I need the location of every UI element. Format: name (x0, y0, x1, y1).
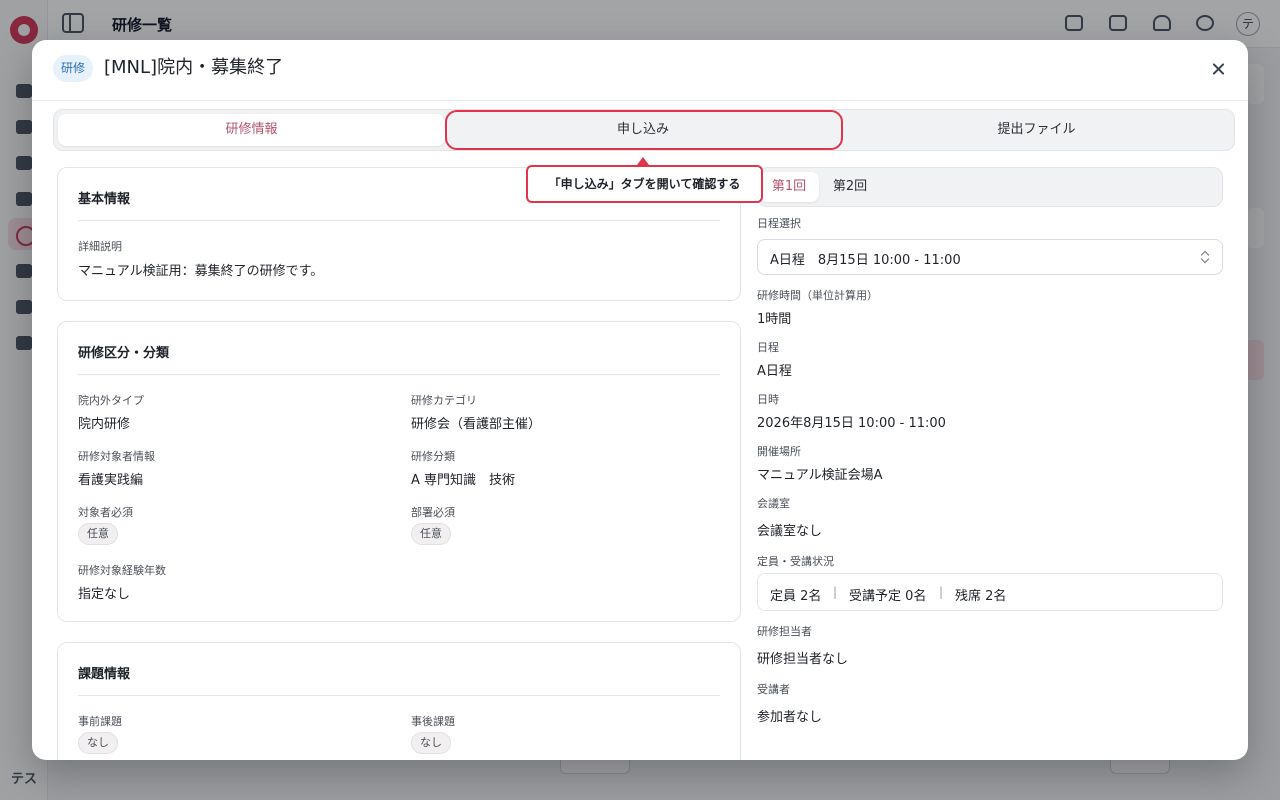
assignment-card: 課題情報 事前課題 なし 事後課題 なし (57, 642, 741, 760)
card-title: 基本情報 (78, 192, 131, 207)
room-label: 会議室 (757, 497, 790, 510)
attendees-label: 受講者 (757, 683, 790, 696)
target-info-label: 研修対象者情報 (78, 450, 155, 463)
target-required-label: 対象者必須 (78, 506, 133, 519)
pre-assignment-label: 事前課題 (78, 715, 122, 728)
training-badge: 研修 (53, 55, 94, 82)
guide-tooltip: 「申し込み」タブを開いて確認する (526, 165, 763, 203)
target-required-chip: 任意 (78, 523, 118, 545)
attendees-value: 参加者なし (757, 710, 823, 725)
classification-card: 研修区分・分類 院内外タイプ 院内研修 研修カテゴリ 研修会（看護部主催） 研修… (57, 321, 741, 622)
tab-submitted-files[interactable]: 提出ファイル (841, 114, 1232, 146)
hours-label: 研修時間（単位計算用） (757, 289, 878, 302)
post-assignment-label: 事後課題 (411, 715, 455, 728)
datetime-value: 2026年8月15日 10:00 - 11:00 (757, 416, 946, 431)
inout-type-label: 院内外タイプ (78, 394, 144, 407)
category-value: 研修会（看護部主催） (411, 417, 542, 432)
venue-value: マニュアル検証会場A (757, 468, 883, 483)
schedule-value: A日程 (757, 364, 792, 379)
divider (78, 374, 720, 375)
instructor-label: 研修担当者 (757, 625, 812, 638)
tooltip-arrow (637, 157, 649, 165)
tab-application[interactable]: 申し込み (448, 114, 838, 146)
experience-value: 指定なし (78, 587, 131, 602)
modal-title: [MNL]院内・募集終了 (104, 57, 284, 78)
chevron-updown-icon (1200, 249, 1210, 265)
session-tabs: 第1回 第2回 (757, 167, 1223, 207)
capacity-label: 定員・受講状況 (757, 555, 834, 568)
room-value: 会議室なし (757, 524, 823, 539)
inout-type-value: 院内研修 (78, 417, 131, 432)
separator: | (939, 585, 944, 599)
divider (78, 695, 720, 696)
post-assignment-chip: なし (411, 732, 451, 754)
classification-value: A 専門知識 技術 (411, 473, 516, 488)
capacity-planned: 受講予定 0名 (849, 589, 927, 604)
venue-label: 開催場所 (757, 445, 801, 458)
card-title: 課題情報 (78, 667, 131, 682)
pre-assignment-chip: なし (78, 732, 118, 754)
classification-label: 研修分類 (411, 450, 455, 463)
close-icon[interactable] (1207, 57, 1231, 81)
datetime-label: 日時 (757, 393, 779, 406)
category-label: 研修カテゴリ (411, 394, 477, 407)
capacity-remaining: 残席 2名 (955, 589, 1007, 604)
separator: | (833, 585, 838, 599)
description-value: マニュアル検証用：募集終了の研修です。 (78, 264, 324, 279)
dept-required-chip: 任意 (411, 523, 451, 545)
schedule-label: 日程 (757, 341, 779, 354)
schedule-select-value: A日程 8月15日 10:00 - 11:00 (770, 253, 961, 268)
modal-header: 研修 [MNL]院内・募集終了 (32, 40, 1248, 101)
card-title: 研修区分・分類 (78, 346, 170, 361)
schedule-select[interactable]: A日程 8月15日 10:00 - 11:00 (757, 239, 1223, 275)
target-info-value: 看護実践編 (78, 473, 144, 488)
hours-value: 1時間 (757, 312, 792, 327)
schedule-select-label: 日程選択 (757, 217, 801, 230)
divider (78, 220, 720, 221)
capacity-status-box: 定員 2名 | 受講予定 0名 | 残席 2名 (757, 573, 1223, 611)
tab-session-1[interactable]: 第1回 (759, 172, 819, 202)
training-detail-modal: 研修 [MNL]院内・募集終了 研修情報 申し込み 提出ファイル 「申し込み」タ… (32, 40, 1248, 760)
experience-label: 研修対象経験年数 (78, 564, 166, 577)
tab-session-2[interactable]: 第2回 (825, 172, 875, 202)
tab-training-info[interactable]: 研修情報 (58, 114, 445, 146)
dept-required-label: 部署必須 (411, 506, 455, 519)
capacity-total: 定員 2名 (770, 589, 822, 604)
instructor-value: 研修担当者なし (757, 652, 849, 667)
description-label: 詳細説明 (78, 240, 122, 253)
modal-tabs: 研修情報 申し込み 提出ファイル (53, 109, 1235, 151)
